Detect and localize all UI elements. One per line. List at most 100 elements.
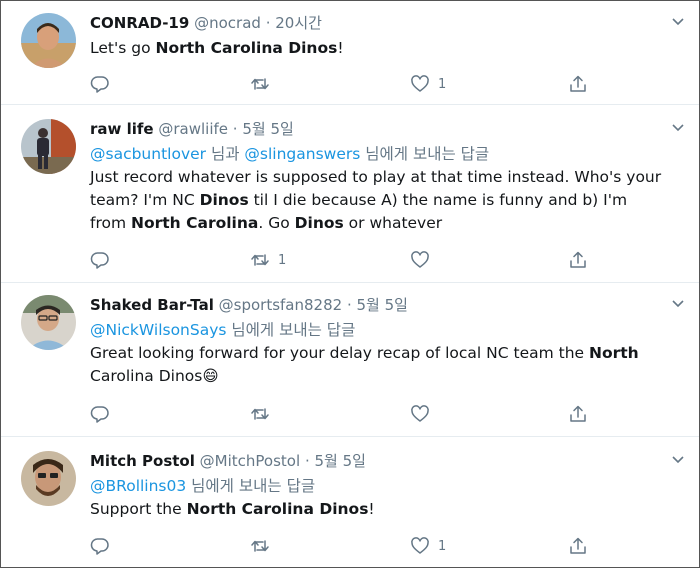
timestamp[interactable]: 5월 5일 <box>242 120 293 138</box>
text-segment: Carolina Dinos <box>90 367 203 385</box>
mention-link[interactable]: @NickWilsonSays <box>90 321 226 339</box>
user-handle[interactable]: @sportsfan8282 <box>219 296 343 314</box>
separator-dot: · <box>265 14 271 32</box>
reply-label: 님에게 보내는 답글 <box>360 145 490 163</box>
text-segment: Just record whatever is supposed to play… <box>90 168 662 186</box>
tweet-text: Great looking forward for your delay rec… <box>90 342 679 388</box>
reply-button[interactable] <box>90 73 110 95</box>
like-button[interactable] <box>410 249 438 271</box>
retweet-button[interactable] <box>250 535 278 557</box>
tweet-item[interactable]: raw life @rawliife · 5월 5일 @sacbuntlover… <box>1 105 699 283</box>
user-handle[interactable]: @MitchPostol <box>200 452 300 470</box>
tweet-item[interactable]: CONRAD-19 @nocrad · 20시간 Let's go North … <box>1 1 699 105</box>
chevron-down-icon[interactable] <box>671 453 685 467</box>
chevron-down-icon[interactable] <box>671 121 685 135</box>
text-segment: ! <box>337 39 344 57</box>
user-handle[interactable]: @rawliife <box>158 120 228 138</box>
avatar[interactable] <box>21 451 76 506</box>
reply-icon <box>90 252 109 269</box>
reply-label: 님에게 보내는 답글 <box>186 477 316 495</box>
reply-button[interactable] <box>90 403 110 425</box>
separator-dot: · <box>346 296 352 314</box>
share-icon <box>570 251 586 268</box>
tweet-item[interactable]: Shaked Bar-Tal @sportsfan8282 · 5월 5일 @N… <box>1 283 699 437</box>
highlight-text: North <box>589 344 639 362</box>
text-segment: . Go <box>258 214 295 232</box>
text-segment: Great looking forward for your delay rec… <box>90 344 589 362</box>
avatar[interactable] <box>21 13 76 68</box>
like-button[interactable] <box>410 403 438 425</box>
reply-context: @BRollins03 님에게 보내는 답글 <box>90 475 679 498</box>
text-segment: Support the <box>90 500 187 518</box>
text-segment: team? I'm NC <box>90 191 200 209</box>
reply-icon <box>90 406 109 423</box>
like-button[interactable]: 1 <box>410 535 446 557</box>
like-button[interactable]: 1 <box>410 73 446 95</box>
display-name[interactable]: CONRAD-19 <box>90 14 189 32</box>
display-name[interactable]: Shaked Bar-Tal <box>90 296 214 314</box>
text-line: team? I'm NC Dinos til I die because A) … <box>90 189 679 212</box>
text-segment: or whatever <box>343 214 443 232</box>
text-segment: til I die because A) the name is funny a… <box>248 191 628 209</box>
timestamp[interactable]: 5월 5일 <box>357 296 408 314</box>
share-button[interactable] <box>568 249 588 271</box>
tweet-text: Support the North Carolina Dinos! <box>90 498 679 521</box>
text-segment: from <box>90 214 131 232</box>
highlight-text: Dinos <box>199 191 249 209</box>
display-name[interactable]: Mitch Postol <box>90 452 195 470</box>
grinning-emoji-icon: 😄 <box>202 367 219 385</box>
reply-joiner: 님과 <box>206 145 245 163</box>
retweet-icon <box>251 254 269 266</box>
timestamp[interactable]: 20시간 <box>275 14 322 32</box>
user-handle[interactable]: @nocrad <box>194 14 261 32</box>
heart-icon <box>411 75 429 92</box>
retweet-button[interactable] <box>250 73 278 95</box>
reply-label: 님에게 보내는 답글 <box>226 321 356 339</box>
chevron-down-icon[interactable] <box>671 15 685 29</box>
like-count: 1 <box>438 76 447 92</box>
retweet-icon <box>251 540 269 552</box>
heart-icon <box>411 537 429 554</box>
heart-icon <box>411 405 429 422</box>
retweet-icon <box>251 78 269 90</box>
share-icon <box>570 537 586 554</box>
share-button[interactable] <box>568 535 588 557</box>
reply-button[interactable] <box>90 249 110 271</box>
text-line: from North Carolina. Go Dinos or whateve… <box>90 212 679 235</box>
retweet-icon <box>251 408 269 420</box>
reply-button[interactable] <box>90 535 110 557</box>
avatar[interactable] <box>21 119 76 174</box>
text-line: Carolina Dinos😄 <box>90 365 679 388</box>
share-button[interactable] <box>568 403 588 425</box>
highlight-text: Dinos <box>294 214 344 232</box>
mention-link[interactable]: @BRollins03 <box>90 477 186 495</box>
text-segment: Let's go <box>90 39 156 57</box>
share-icon <box>570 405 586 422</box>
share-icon <box>570 75 586 92</box>
retweet-count: 1 <box>278 252 287 268</box>
mention-link[interactable]: @sacbuntlover <box>90 145 206 163</box>
reply-context: @sacbuntlover 님과 @slinganswers 님에게 보내는 답… <box>90 143 679 166</box>
highlight-text: North Carolina <box>131 214 259 232</box>
separator-dot: · <box>304 452 310 470</box>
tweet-text: Let's go North Carolina Dinos! <box>90 37 679 60</box>
separator-dot: · <box>232 120 238 138</box>
timestamp[interactable]: 5월 5일 <box>315 452 366 470</box>
tweet-header: Mitch Postol @MitchPostol · 5월 5일 <box>90 451 679 471</box>
tweet-list: CONRAD-19 @nocrad · 20시간 Let's go North … <box>0 0 700 568</box>
tweet-header: Shaked Bar-Tal @sportsfan8282 · 5월 5일 <box>90 295 679 315</box>
avatar[interactable] <box>21 295 76 350</box>
retweet-button[interactable]: 1 <box>250 249 286 271</box>
highlight-text: North Carolina Dinos <box>186 500 369 518</box>
display-name[interactable]: raw life <box>90 120 154 138</box>
tweet-item[interactable]: Mitch Postol @MitchPostol · 5월 5일 @BRoll… <box>1 437 699 567</box>
chevron-down-icon[interactable] <box>671 297 685 311</box>
retweet-button[interactable] <box>250 403 278 425</box>
tweet-header: CONRAD-19 @nocrad · 20시간 <box>90 13 679 33</box>
tweet-text: Just record whatever is supposed to play… <box>90 166 679 235</box>
tweet-header: raw life @rawliife · 5월 5일 <box>90 119 679 139</box>
text-line: Great looking forward for your delay rec… <box>90 342 679 365</box>
text-segment: ! <box>368 500 375 518</box>
share-button[interactable] <box>568 73 588 95</box>
mention-link[interactable]: @slinganswers <box>244 145 360 163</box>
